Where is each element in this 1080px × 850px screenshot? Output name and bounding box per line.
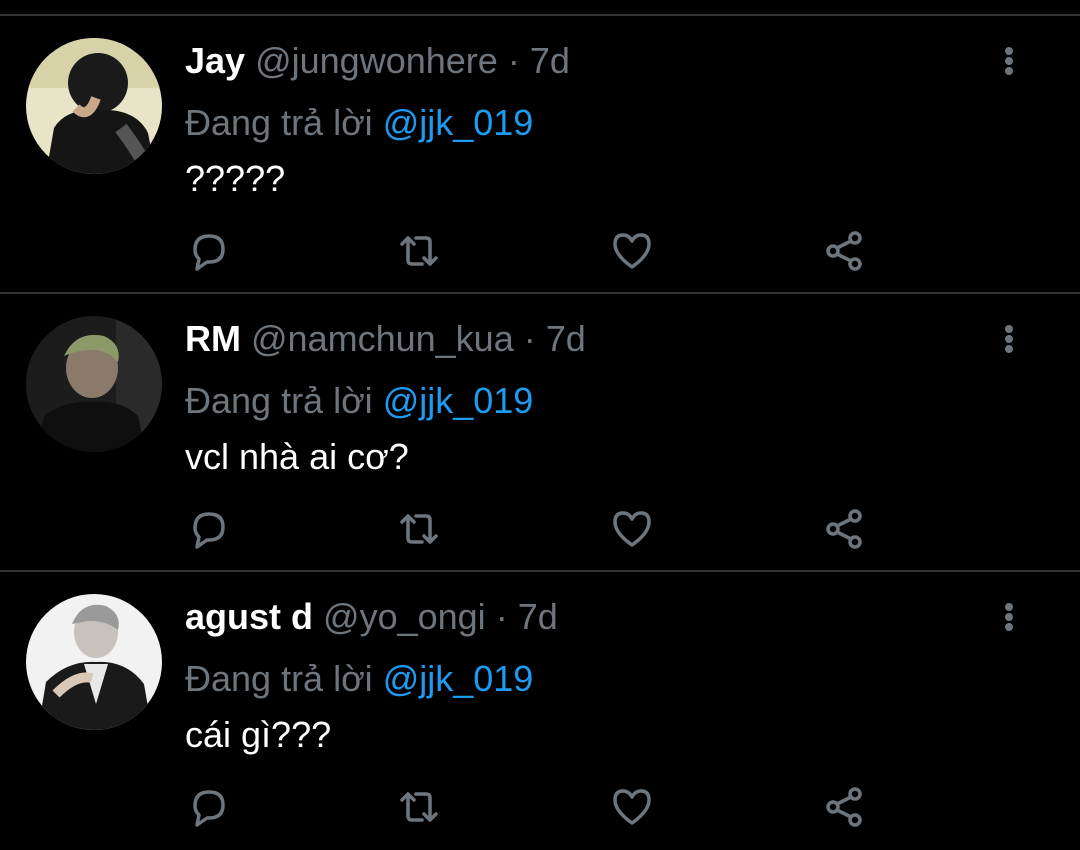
tweet[interactable]: RM @namchun_kua · 7d Đang trả lời @jjk_0… xyxy=(0,294,1080,572)
retweet-icon[interactable] xyxy=(396,784,442,830)
avatar[interactable] xyxy=(26,38,162,174)
share-icon[interactable] xyxy=(821,784,867,830)
reply-icon[interactable] xyxy=(185,228,231,274)
timestamp[interactable]: 7d xyxy=(546,318,586,359)
tweet-text: ????? xyxy=(185,158,286,199)
heart-icon[interactable] xyxy=(609,228,655,274)
display-name[interactable]: Jay xyxy=(185,40,245,81)
timestamp[interactable]: 7d xyxy=(530,40,570,81)
timestamp[interactable]: 7d xyxy=(518,596,558,637)
share-icon[interactable] xyxy=(821,506,867,552)
more-vertical-icon[interactable] xyxy=(994,322,1024,362)
retweet-icon[interactable] xyxy=(396,506,442,552)
reply-context: Đang trả lời @jjk_019 xyxy=(185,378,533,424)
tweet-header: agust d @yo_ongi · 7d xyxy=(185,594,558,640)
tweet[interactable]: Jay @jungwonhere · 7d Đang trả lời @jjk_… xyxy=(0,16,1080,294)
tweet-text: cái gì??? xyxy=(185,714,332,755)
mention-link[interactable]: @jjk_019 xyxy=(383,102,534,143)
separator: · xyxy=(523,318,536,359)
retweet-icon[interactable] xyxy=(396,228,442,274)
avatar[interactable] xyxy=(26,316,162,452)
reply-context: Đang trả lời @jjk_019 xyxy=(185,656,533,702)
separator: · xyxy=(507,40,520,81)
handle[interactable]: @yo_ongi xyxy=(323,596,486,637)
separator: · xyxy=(495,596,508,637)
display-name[interactable]: RM xyxy=(185,318,241,359)
reply-prefix: Đang trả lời xyxy=(185,658,373,699)
more-vertical-icon[interactable] xyxy=(994,44,1024,84)
display-name[interactable]: agust d xyxy=(185,596,313,637)
share-icon[interactable] xyxy=(821,228,867,274)
heart-icon[interactable] xyxy=(609,506,655,552)
reply-icon[interactable] xyxy=(185,506,231,552)
mention-link[interactable]: @jjk_019 xyxy=(383,380,534,421)
reply-prefix: Đang trả lời xyxy=(185,380,373,421)
tweet-header: Jay @jungwonhere · 7d xyxy=(185,38,570,84)
reply-icon[interactable] xyxy=(185,784,231,830)
reply-context: Đang trả lời @jjk_019 xyxy=(185,100,533,146)
reply-prefix: Đang trả lời xyxy=(185,102,373,143)
tweet[interactable]: agust d @yo_ongi · 7d Đang trả lời @jjk_… xyxy=(0,572,1080,850)
mention-link[interactable]: @jjk_019 xyxy=(383,658,534,699)
more-vertical-icon[interactable] xyxy=(994,600,1024,640)
tweet-text: vcl nhà ai cơ? xyxy=(185,436,409,477)
avatar[interactable] xyxy=(26,594,162,730)
handle[interactable]: @jungwonhere xyxy=(255,40,498,81)
tweet-header: RM @namchun_kua · 7d xyxy=(185,316,586,362)
handle[interactable]: @namchun_kua xyxy=(251,318,514,359)
heart-icon[interactable] xyxy=(609,784,655,830)
